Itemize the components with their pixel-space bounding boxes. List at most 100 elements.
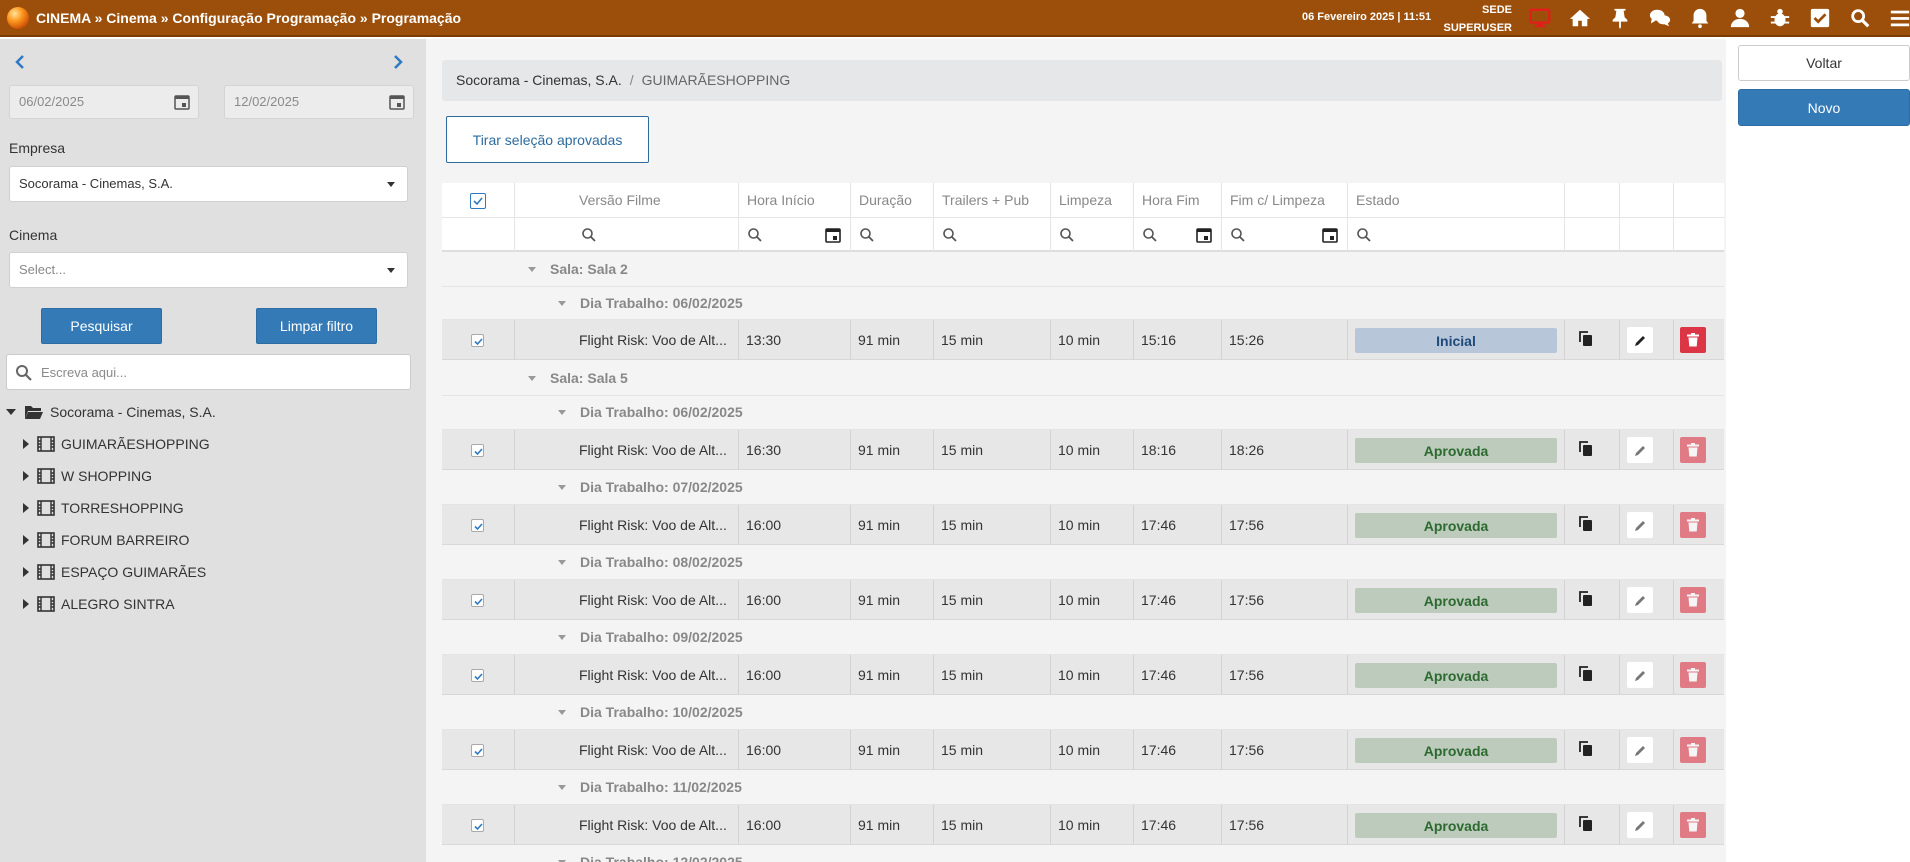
group-collapse-icon[interactable] xyxy=(558,785,566,790)
edit-button[interactable] xyxy=(1627,587,1653,613)
copy-icon[interactable] xyxy=(1579,741,1593,760)
filter-versao-filme[interactable] xyxy=(514,217,738,251)
group-collapse-icon[interactable] xyxy=(558,301,566,306)
filter-limpeza[interactable] xyxy=(1050,217,1133,251)
group-row-sala[interactable]: Sala: Sala 2 xyxy=(442,252,1724,287)
tree-item-w-shopping[interactable]: W SHOPPING xyxy=(23,465,152,487)
copy-icon[interactable] xyxy=(1579,591,1593,610)
breadcrumb-company[interactable]: Socorama - Cinemas, S.A. xyxy=(456,72,622,88)
delete-button[interactable] xyxy=(1680,662,1706,688)
delete-button[interactable] xyxy=(1680,437,1706,463)
group-row-day[interactable]: Dia Trabalho: 08/02/2025 xyxy=(442,546,1724,580)
edit-button[interactable] xyxy=(1627,737,1653,763)
col-header-hora-inicio[interactable]: Hora Início xyxy=(738,183,850,217)
next-week-arrow[interactable] xyxy=(388,53,406,71)
table-row[interactable]: Flight Risk: Voo de Alt... 16:00 91 min 15 … xyxy=(442,505,1724,545)
empresa-select[interactable]: Socorama - Cinemas, S.A. xyxy=(9,166,408,202)
copy-icon[interactable] xyxy=(1579,816,1593,835)
tree-item-forum-barreiro[interactable]: FORUM BARREIRO xyxy=(23,529,189,551)
filter-hora-inicio[interactable] xyxy=(738,217,850,251)
row-checkbox[interactable] xyxy=(471,744,484,757)
chat-icon[interactable] xyxy=(1646,4,1674,32)
tree-item-alegro-sintra[interactable]: ALEGRO SINTRA xyxy=(23,593,175,615)
tree-search-input[interactable]: Escreva aqui... xyxy=(6,354,411,390)
row-checkbox[interactable] xyxy=(471,594,484,607)
table-row[interactable]: Flight Risk: Voo de Alt... 16:00 91 min 15 … xyxy=(442,730,1724,770)
bug-icon[interactable] xyxy=(1766,4,1794,32)
group-collapse-icon[interactable] xyxy=(558,485,566,490)
table-row[interactable]: Flight Risk: Voo de Alt... 16:00 91 min 15 … xyxy=(442,580,1724,620)
date-from-input[interactable]: 06/02/2025 xyxy=(9,85,199,119)
group-row-day[interactable]: Dia Trabalho: 10/02/2025 xyxy=(442,696,1724,730)
copy-icon[interactable] xyxy=(1579,441,1593,460)
group-collapse-icon[interactable] xyxy=(558,560,566,565)
filter-hora-fim[interactable] xyxy=(1133,217,1221,251)
group-row-day[interactable]: Dia Trabalho: 11/02/2025 xyxy=(442,771,1724,805)
site-user-block[interactable]: SEDE SUPERUSER xyxy=(1442,1,1512,37)
date-to-input[interactable]: 12/02/2025 xyxy=(224,85,414,119)
search-button[interactable]: Pesquisar xyxy=(41,308,162,344)
calendar-icon[interactable] xyxy=(1196,227,1212,243)
table-row[interactable]: Flight Risk: Voo de Alt... 16:00 91 min 15 … xyxy=(442,805,1724,845)
new-button[interactable]: Novo xyxy=(1738,89,1910,126)
edit-button[interactable] xyxy=(1627,327,1653,353)
col-header-duracao[interactable]: Duração xyxy=(850,183,933,217)
tree-item-guimaraeshopping[interactable]: GUIMARÃESHOPPING xyxy=(23,433,210,455)
row-checkbox[interactable] xyxy=(471,669,484,682)
prev-week-arrow[interactable] xyxy=(12,53,30,71)
task-check-icon[interactable] xyxy=(1806,4,1834,32)
cinema-select[interactable]: Select... xyxy=(9,252,408,288)
row-checkbox[interactable] xyxy=(471,444,484,457)
delete-button[interactable] xyxy=(1680,327,1706,353)
group-row-day[interactable]: Dia Trabalho: 07/02/2025 xyxy=(442,471,1724,505)
pin-icon[interactable] xyxy=(1606,4,1634,32)
col-header-estado[interactable]: Estado xyxy=(1347,183,1564,217)
table-row[interactable]: Flight Risk: Voo de Alt... 16:00 91 min 15 … xyxy=(442,655,1724,695)
table-row[interactable]: Flight Risk: Voo de Alt... 13:30 91 min 15 … xyxy=(442,320,1724,360)
group-collapse-icon[interactable] xyxy=(528,376,536,381)
tree-item-espaco-guimaraes[interactable]: ESPAÇO GUIMARÃES xyxy=(23,561,206,583)
col-header-trailers-pub[interactable]: Trailers + Pub xyxy=(933,183,1050,217)
group-collapse-icon[interactable] xyxy=(558,635,566,640)
monitor-icon[interactable] xyxy=(1526,4,1554,32)
group-row-day[interactable]: Dia Trabalho: 06/02/2025 xyxy=(442,396,1724,430)
edit-button[interactable] xyxy=(1627,812,1653,838)
filter-estado[interactable] xyxy=(1347,217,1564,251)
app-logo[interactable] xyxy=(7,7,29,29)
tree-item-torreshopping[interactable]: TORRESHOPPING xyxy=(23,497,184,519)
deselect-approved-button[interactable]: Tirar seleção aprovadas xyxy=(446,116,649,163)
delete-button[interactable] xyxy=(1680,812,1706,838)
col-header-fim-limpeza[interactable]: Fim c/ Limpeza xyxy=(1221,183,1347,217)
col-header-hora-fim[interactable]: Hora Fim xyxy=(1133,183,1221,217)
filter-trailers-pub[interactable] xyxy=(933,217,1050,251)
row-checkbox[interactable] xyxy=(471,819,484,832)
col-header-limpeza[interactable]: Limpeza xyxy=(1050,183,1133,217)
copy-icon[interactable] xyxy=(1579,331,1593,350)
home-icon[interactable] xyxy=(1566,4,1594,32)
group-row-day[interactable]: Dia Trabalho: 06/02/2025 xyxy=(442,287,1724,320)
edit-button[interactable] xyxy=(1627,437,1653,463)
filter-fim-limpeza[interactable] xyxy=(1221,217,1347,251)
back-button[interactable]: Voltar xyxy=(1738,45,1910,81)
select-all-checkbox[interactable] xyxy=(470,193,486,209)
calendar-icon[interactable] xyxy=(825,227,841,243)
group-row-day[interactable]: Dia Trabalho: 12/02/2025 xyxy=(442,846,1724,862)
group-collapse-icon[interactable] xyxy=(558,410,566,415)
group-collapse-icon[interactable] xyxy=(558,710,566,715)
table-row[interactable]: Flight Risk: Voo de Alt... 16:30 91 min 15 … xyxy=(442,430,1724,470)
edit-button[interactable] xyxy=(1627,662,1653,688)
row-checkbox[interactable] xyxy=(471,334,484,347)
group-row-sala[interactable]: Sala: Sala 5 xyxy=(442,361,1724,396)
copy-icon[interactable] xyxy=(1579,666,1593,685)
copy-icon[interactable] xyxy=(1579,516,1593,535)
delete-button[interactable] xyxy=(1680,587,1706,613)
col-header-versao-filme[interactable]: Versão Filme xyxy=(514,183,738,217)
delete-button[interactable] xyxy=(1680,737,1706,763)
filter-duracao[interactable] xyxy=(850,217,933,251)
row-checkbox[interactable] xyxy=(471,519,484,532)
calendar-icon[interactable] xyxy=(1322,227,1338,243)
delete-button[interactable] xyxy=(1680,512,1706,538)
bell-icon[interactable] xyxy=(1686,4,1714,32)
search-icon[interactable] xyxy=(1846,4,1874,32)
group-row-day[interactable]: Dia Trabalho: 09/02/2025 xyxy=(442,621,1724,655)
